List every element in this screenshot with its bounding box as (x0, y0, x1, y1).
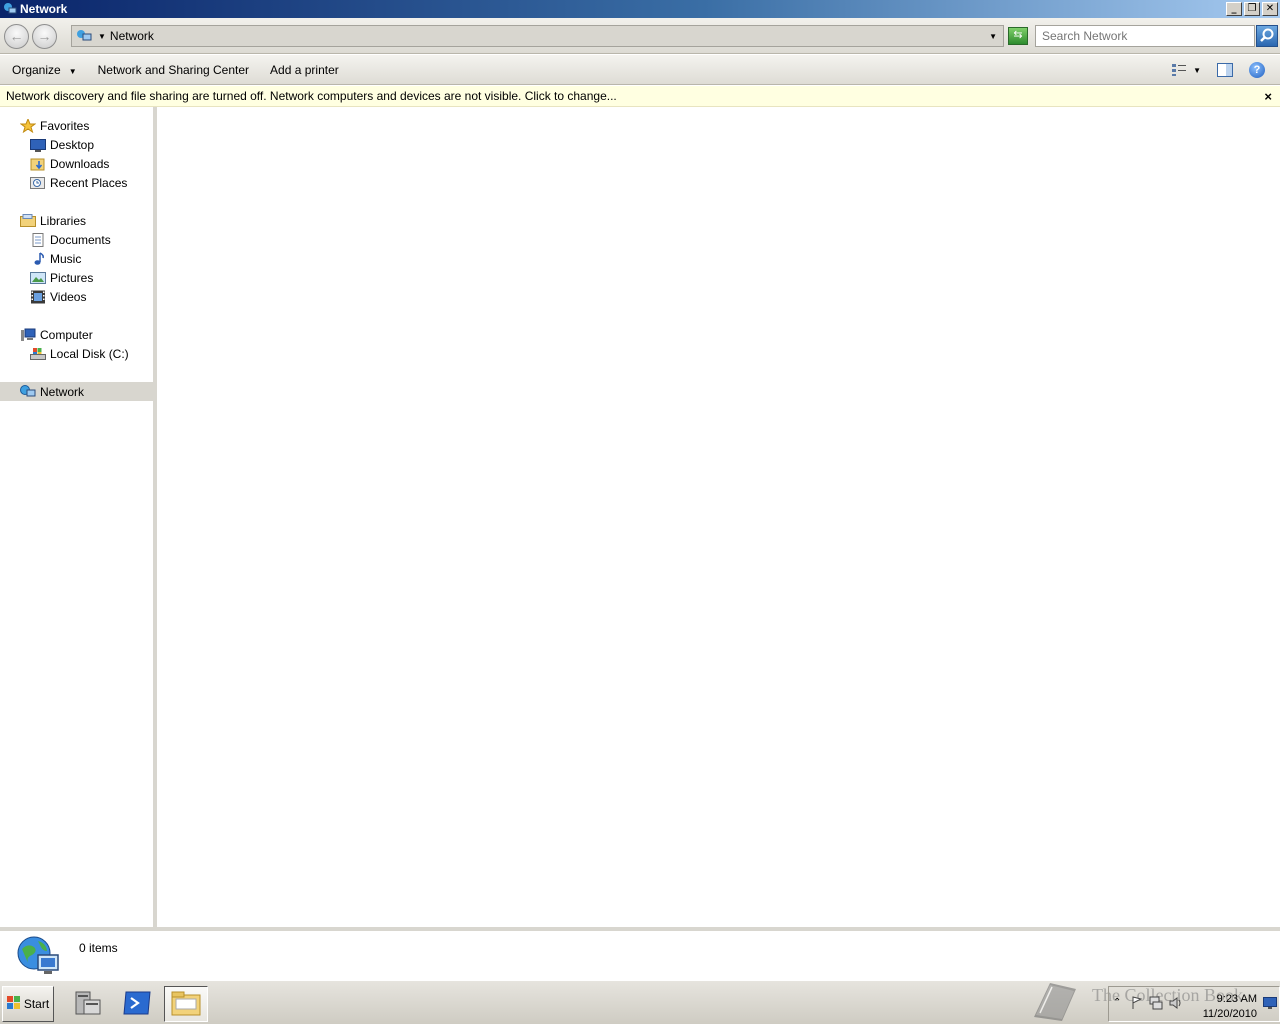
music-icon (30, 251, 46, 266)
star-icon (19, 117, 37, 133)
libraries-icon (20, 213, 36, 228)
nav-item-documents[interactable]: Documents (0, 230, 157, 249)
change-view-icon[interactable] (1171, 63, 1187, 77)
refresh-button[interactable]: ⇆ (1008, 27, 1028, 45)
minimize-button[interactable]: _ (1226, 2, 1242, 16)
network-icon (3, 2, 17, 16)
volume-icon[interactable] (1169, 996, 1183, 1013)
nav-item-label: Music (50, 251, 82, 266)
network-icon (76, 29, 92, 43)
network-sharing-center-button[interactable]: Network and Sharing Center (86, 63, 258, 77)
powershell-icon (122, 990, 152, 1019)
start-button[interactable]: Start (2, 986, 54, 1022)
nav-item-downloads[interactable]: Downloads (0, 154, 157, 173)
breadcrumb-chevron-icon[interactable]: ▼ (98, 32, 106, 41)
nav-item-local-disk-c[interactable]: Local Disk (C:) (0, 344, 157, 363)
address-dropdown-icon[interactable]: ▼ (989, 32, 997, 41)
address-bar[interactable]: ▼ Network ▼ (71, 25, 1004, 47)
nav-item-videos[interactable]: Videos (0, 287, 157, 306)
nav-item-label: Libraries (40, 213, 87, 228)
view-options-chevron-icon[interactable]: ▼ (1193, 66, 1201, 75)
nav-item-computer[interactable]: Computer (0, 325, 157, 344)
computer-icon (20, 328, 36, 342)
nav-item-label: Desktop (50, 137, 95, 152)
pictures-icon (30, 271, 46, 285)
nav-item-label: Recent Places (50, 175, 128, 190)
nav-item-libraries[interactable]: Libraries (0, 211, 157, 230)
windows-logo-icon (6, 995, 21, 1013)
show-desktop-icon[interactable] (1263, 997, 1277, 1012)
nav-item-label: Videos (50, 289, 87, 304)
search-icon[interactable] (1256, 25, 1278, 47)
clock-date[interactable]: 11/20/2010 (1203, 1008, 1257, 1020)
hard-disk-icon (30, 347, 46, 361)
preview-pane-icon[interactable] (1217, 63, 1233, 77)
nav-item-label: Pictures (50, 270, 94, 285)
server-manager-icon (72, 988, 104, 1021)
file-list-area[interactable] (161, 107, 1280, 927)
restore-button[interactable]: ❐ (1244, 2, 1260, 16)
nav-item-label: Computer (40, 327, 93, 342)
add-printer-button[interactable]: Add a printer (258, 63, 348, 77)
help-icon[interactable]: ? (1249, 62, 1265, 78)
downloads-folder-icon (30, 157, 46, 171)
clock-time[interactable]: 9:23 AM (1217, 993, 1257, 1005)
network-globe-icon (16, 935, 60, 977)
server-manager-button[interactable] (66, 986, 110, 1022)
nav-item-label: Network (40, 384, 85, 399)
nav-item-label: Documents (50, 232, 111, 247)
recent-places-icon (30, 176, 46, 190)
network-discovery-infobar[interactable]: Network discovery and file sharing are t… (0, 86, 1280, 107)
show-hidden-icons-icon[interactable]: ⌃ (1113, 997, 1121, 1008)
forward-button[interactable]: → (32, 24, 57, 49)
organize-button[interactable]: Organize ▼ (0, 63, 86, 77)
powershell-button[interactable] (115, 986, 159, 1022)
network-icon (20, 384, 36, 399)
videos-icon (30, 290, 46, 304)
navigation-pane: Favorites Desktop Downloads Recent Place… (0, 107, 157, 927)
book-watermark-icon (1028, 977, 1080, 1023)
nav-item-label: Favorites (40, 118, 90, 133)
windows-explorer-button[interactable] (164, 986, 208, 1022)
start-label: Start (23, 997, 50, 1011)
details-pane: 0 items (0, 927, 1280, 980)
taskbar: Start The Collection Book ⌃ 9:23 AM 11/2… (0, 980, 1280, 1024)
desktop-icon (30, 138, 46, 152)
nav-item-desktop[interactable]: Desktop (0, 135, 157, 154)
close-button[interactable]: ✕ (1262, 2, 1278, 16)
nav-item-pictures[interactable]: Pictures (0, 268, 157, 287)
nav-item-label: Downloads (50, 156, 110, 171)
window-title: Network (20, 2, 68, 16)
folder-icon (170, 989, 202, 1020)
chevron-down-icon: ▼ (68, 66, 77, 76)
nav-item-favorites[interactable]: Favorites (0, 116, 157, 135)
close-icon[interactable]: × (1264, 86, 1272, 107)
nav-item-network[interactable]: Network (0, 382, 157, 401)
infobar-message: Network discovery and file sharing are t… (6, 89, 617, 103)
title-bar[interactable]: Network _ ❐ ✕ (0, 0, 1280, 18)
action-center-flag-icon[interactable] (1131, 996, 1143, 1013)
network-tray-icon[interactable] (1149, 996, 1163, 1013)
notification-area: ⌃ 9:23 AM 11/20/2010 (1108, 986, 1280, 1022)
nav-item-recent-places[interactable]: Recent Places (0, 173, 157, 192)
breadcrumb[interactable]: Network (110, 29, 154, 43)
search-input[interactable] (1035, 25, 1255, 47)
back-button[interactable]: ← (4, 24, 29, 49)
item-count: 0 items (79, 941, 118, 955)
command-bar: Organize ▼ Network and Sharing Center Add… (0, 55, 1280, 85)
address-row: ← → ▼ Network ▼ ⇆ (0, 18, 1280, 54)
nav-item-label: Local Disk (C:) (50, 346, 129, 361)
nav-item-music[interactable]: Music (0, 249, 157, 268)
organize-label: Organize (12, 62, 61, 77)
documents-icon (30, 232, 46, 247)
